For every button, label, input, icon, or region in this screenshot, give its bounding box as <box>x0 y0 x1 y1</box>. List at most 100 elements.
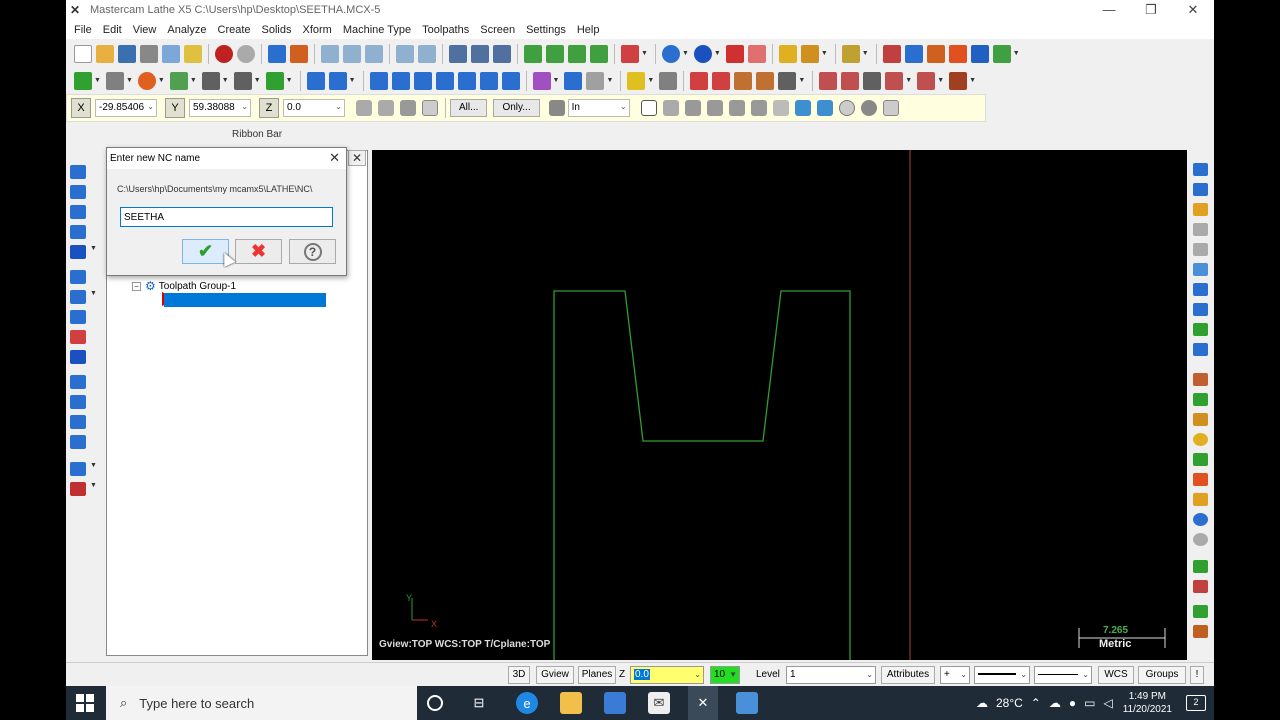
open-file-icon[interactable] <box>96 44 114 63</box>
grid-icon[interactable] <box>564 71 583 90</box>
x-coordinate-field[interactable]: -29.85406 ⌄ <box>95 99 157 117</box>
mail-icon[interactable]: ✉ <box>648 692 670 714</box>
post-icon[interactable] <box>949 71 968 90</box>
groove-icon[interactable] <box>70 375 86 389</box>
chevron-down-icon[interactable]: ⌄ <box>1020 667 1027 683</box>
file-explorer-icon[interactable] <box>560 692 582 714</box>
z-depth-field[interactable]: 0.0 ⌄ <box>630 666 704 684</box>
toolpath-group-item[interactable]: − ⚙ Toolpath Group-1 <box>132 279 236 293</box>
chevron-down-icon[interactable]: ⌄ <box>147 102 154 111</box>
hide-icon[interactable] <box>493 44 511 63</box>
lathe-finish-icon[interactable] <box>778 71 797 90</box>
task-view-icon[interactable]: ⊟ <box>468 692 490 714</box>
manager-close-button[interactable]: ✕ <box>348 150 366 166</box>
translate-icon[interactable] <box>369 71 388 90</box>
distance-icon[interactable] <box>800 44 819 63</box>
chevron-down-icon[interactable]: ▼ <box>90 482 97 489</box>
select-all-button[interactable]: All... <box>450 99 488 117</box>
snap-icon[interactable] <box>400 100 416 116</box>
canned-icon[interactable] <box>70 462 86 476</box>
toolpath-up-icon[interactable] <box>70 165 86 179</box>
chevron-down-icon[interactable]: ▼ <box>286 77 293 84</box>
lathe-chuck-icon[interactable] <box>712 71 731 90</box>
add-point-icon[interactable] <box>1193 393 1208 406</box>
chevron-down-icon[interactable]: ▼ <box>798 77 805 84</box>
verify-select-icon[interactable] <box>794 100 811 116</box>
chevron-down-icon[interactable]: ▼ <box>905 77 912 84</box>
front-view-icon[interactable] <box>546 44 564 63</box>
mastercam-taskbar-icon[interactable]: ✕ <box>688 686 718 720</box>
no-symbol-icon[interactable] <box>838 100 855 116</box>
menu-help[interactable]: Help <box>573 24 607 36</box>
misc-icon[interactable] <box>70 482 86 496</box>
rough-icon[interactable] <box>70 330 86 344</box>
y-coordinate-field[interactable]: 59.38088 ⌄ <box>189 99 251 117</box>
clock[interactable]: 1:49 PM 11/20/2021 <box>1123 690 1172 716</box>
line-icon[interactable] <box>105 71 124 90</box>
selection-mode-select[interactable]: In ⌄ <box>567 99 630 117</box>
pointer-icon[interactable] <box>640 100 657 116</box>
sphere-icon[interactable] <box>693 44 712 63</box>
align-icon[interactable] <box>1193 283 1208 296</box>
wcs-button[interactable]: WCS <box>1098 666 1134 684</box>
chevron-down-icon[interactable]: ▼ <box>1013 50 1020 57</box>
statistics-icon[interactable] <box>841 44 860 63</box>
parallel-icon[interactable] <box>1193 323 1208 336</box>
chevron-down-icon[interactable]: ⌄ <box>960 667 967 683</box>
edge-browser-icon[interactable]: e <box>516 692 538 714</box>
menu-screen[interactable]: Screen <box>476 24 522 36</box>
chamfer-icon[interactable] <box>201 71 220 90</box>
new-file-icon[interactable] <box>74 44 92 63</box>
chevron-down-icon[interactable]: ▼ <box>254 77 261 84</box>
isometric-view-icon[interactable] <box>590 44 608 63</box>
area-select-icon[interactable] <box>728 100 745 116</box>
app-taskbar-icon[interactable] <box>736 692 758 714</box>
color-field[interactable]: 10 ▼ <box>710 666 740 684</box>
polygon-select-icon[interactable] <box>684 100 701 116</box>
taskbar-search[interactable]: ⌕ Type here to search <box>106 686 417 720</box>
menu-file[interactable]: File <box>70 24 99 36</box>
nc-name-input[interactable] <box>120 207 333 227</box>
macro-icon[interactable] <box>992 44 1011 63</box>
chevron-down-icon[interactable]: ▼ <box>937 77 944 84</box>
polygon-tool-icon[interactable] <box>1193 493 1208 506</box>
planes-button[interactable]: Planes <box>578 666 616 684</box>
chevron-down-icon[interactable]: ▼ <box>641 50 648 57</box>
new-toolpath-row[interactable] <box>164 293 326 307</box>
lathe-chuck-icon[interactable] <box>70 290 86 304</box>
chevron-down-icon[interactable]: ▼ <box>90 290 97 297</box>
print-preview-icon[interactable] <box>162 44 180 63</box>
groove-icon[interactable] <box>819 71 838 90</box>
z-coordinate-field[interactable]: 0.0 ⌄ <box>283 99 345 117</box>
chevron-down-icon[interactable]: ⌄ <box>241 102 248 111</box>
graphics-viewport[interactable]: Y X Gview:TOP WCS:TOP T/Cplane:TOP 7.265… <box>372 150 1187 660</box>
collapse-icon[interactable]: − <box>132 281 141 291</box>
toolpath-select-icon[interactable] <box>70 245 86 259</box>
notification-icon[interactable]: 2 <box>1186 695 1206 711</box>
autocursor-icon[interactable] <box>378 100 394 116</box>
wireframe-icon[interactable] <box>747 44 766 63</box>
zoom-out-icon[interactable] <box>365 44 383 63</box>
lathe-face-icon[interactable] <box>734 71 753 90</box>
zoom-window-icon[interactable] <box>321 44 339 63</box>
chevron-down-icon[interactable]: ⌄ <box>1082 667 1089 683</box>
menu-edit[interactable]: Edit <box>99 24 129 36</box>
offset-icon[interactable] <box>457 71 476 90</box>
chain-icon[interactable] <box>1193 263 1208 276</box>
gview-button[interactable]: Gview <box>536 666 574 684</box>
chevron-down-icon[interactable]: ▼ <box>126 77 133 84</box>
finish-icon[interactable] <box>70 350 86 364</box>
solid-color-icon[interactable] <box>725 44 744 63</box>
pencil-icon[interactable] <box>1193 203 1208 216</box>
chevron-down-icon[interactable]: ▼ <box>190 77 197 84</box>
point-icon[interactable] <box>74 71 92 90</box>
chevron-down-icon[interactable]: ⌄ <box>620 102 627 111</box>
unzoom-icon[interactable] <box>396 44 414 63</box>
verify-icon[interactable] <box>917 71 936 90</box>
menu-create[interactable]: Create <box>214 24 258 36</box>
chevron-down-icon[interactable]: ⌄ <box>335 102 342 111</box>
vertical-dim-icon[interactable] <box>1193 223 1208 236</box>
menu-view[interactable]: View <box>129 24 164 36</box>
circle-tool-icon[interactable] <box>1193 433 1208 446</box>
microphone-icon[interactable]: ● <box>1069 696 1076 710</box>
